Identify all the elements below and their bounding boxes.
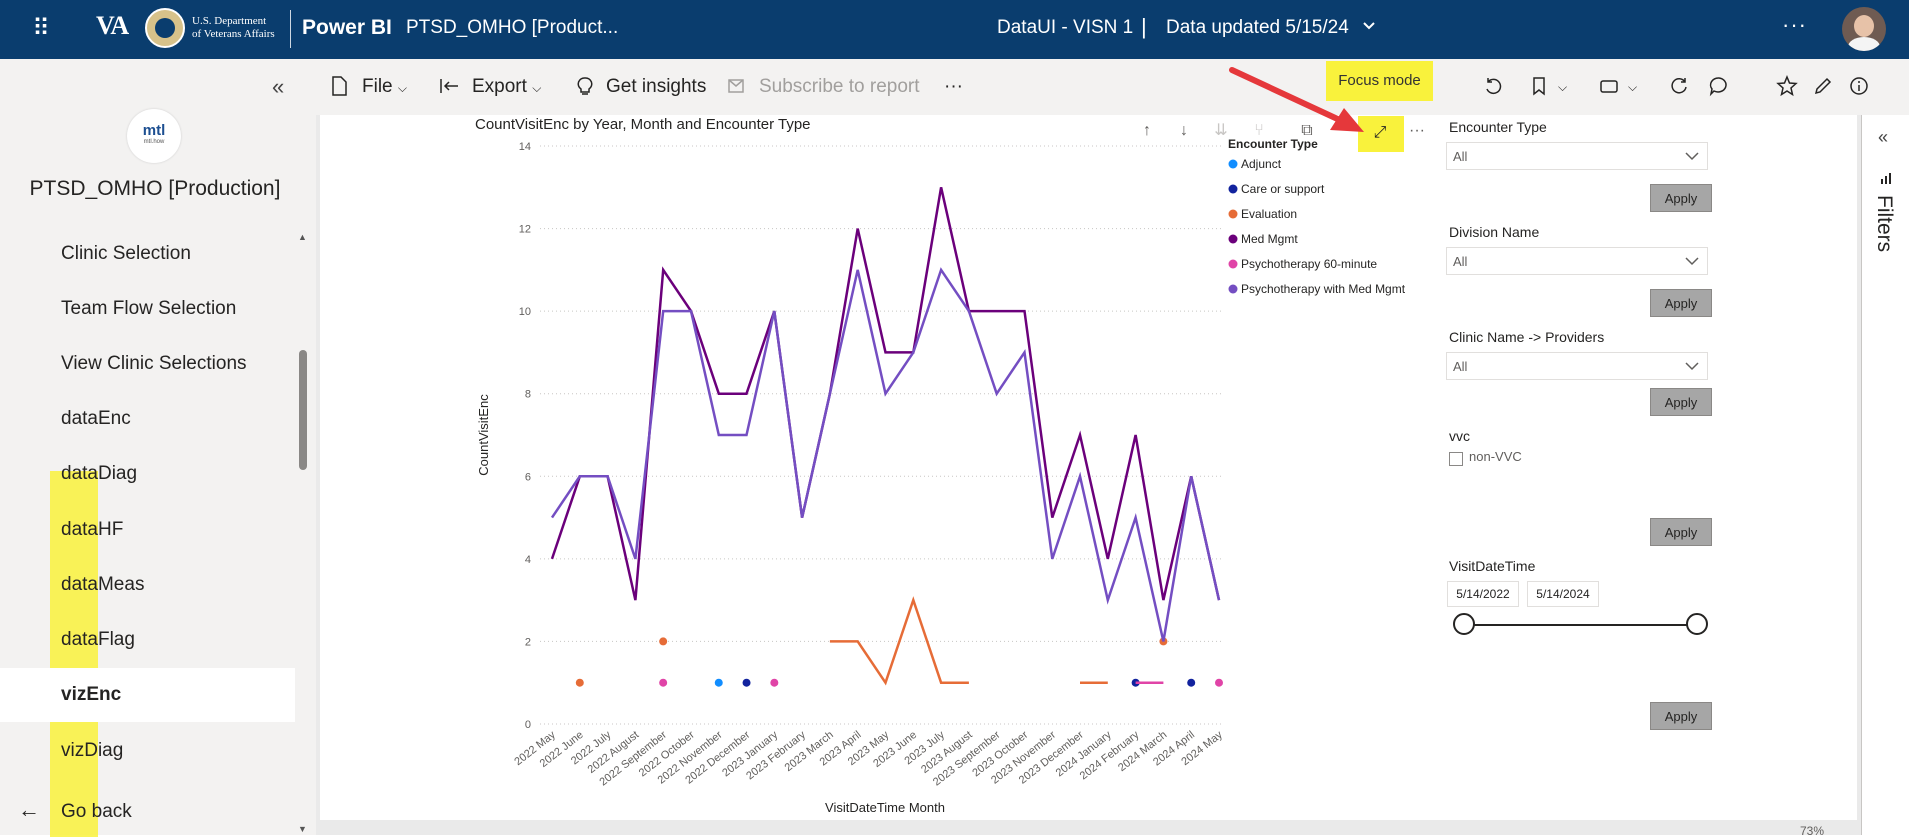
x-axis-label: VisitDateTime Month [825, 800, 945, 815]
data-point-psychotherapy-60-minute [659, 678, 668, 687]
zoom-level[interactable]: 73% [1800, 824, 1824, 838]
y-tick-label: 12 [519, 224, 531, 236]
filters-pane[interactable]: « Filters [1861, 115, 1909, 835]
division-name-dropdown[interactable]: All [1446, 247, 1708, 275]
chevron-down-icon [1685, 257, 1699, 266]
y-tick-label: 10 [519, 306, 531, 318]
encounter-type-value: All [1453, 149, 1468, 164]
y-tick-label: 8 [525, 389, 531, 401]
legend-marker-evaluation [1228, 209, 1238, 219]
data-point-adjunct [714, 678, 723, 687]
division-name-value: All [1453, 254, 1468, 269]
date-range-slider-track[interactable] [1464, 624, 1698, 626]
legend-marker-care-or-support [1228, 184, 1238, 194]
legend-item-med-mgmt: Med Mgmt [1241, 232, 1298, 246]
data-point-psychotherapy-60-minute [770, 678, 779, 687]
encounter-type-dropdown[interactable]: All [1446, 142, 1708, 170]
data-point-psychotherapy-60-minute [1215, 678, 1223, 687]
end-date-input[interactable]: 5/14/2024 [1527, 581, 1599, 607]
legend-marker-adjunct [1228, 159, 1238, 169]
apply-button-clinic-name[interactable]: Apply [1650, 388, 1712, 416]
y-tick-label: 6 [525, 471, 531, 483]
legend-marker-med-mgmt [1228, 234, 1238, 244]
visit-date-label: VisitDateTime [1449, 558, 1536, 574]
chevron-down-icon [1685, 362, 1699, 371]
legend-marker-psychotherapy-with-med-mgmt [1228, 284, 1238, 294]
data-point-care-or-support [742, 678, 751, 687]
filter-bars-icon [1881, 173, 1891, 184]
apply-button-division-name[interactable]: Apply [1650, 289, 1712, 317]
start-date-input[interactable]: 5/14/2022 [1447, 581, 1519, 607]
encounter-type-label: Encounter Type [1449, 119, 1547, 135]
vvc-label: vvc [1449, 428, 1470, 444]
date-slider-start-handle[interactable] [1453, 613, 1475, 635]
non-vvc-checkbox[interactable] [1449, 452, 1463, 466]
apply-button-vvc[interactable]: Apply [1650, 518, 1712, 546]
legend-item-adjunct: Adjunct [1241, 157, 1282, 171]
legend-item-evaluation: Evaluation [1241, 207, 1297, 221]
data-point-evaluation [659, 637, 668, 646]
data-point-evaluation [575, 678, 584, 687]
legend-item-psychotherapy-60-minute: Psychotherapy 60-minute [1241, 257, 1377, 271]
clinic-name-label: Clinic Name -> Providers [1449, 329, 1605, 345]
y-tick-label: 14 [519, 141, 531, 153]
y-tick-label: 2 [525, 636, 531, 648]
division-name-label: Division Name [1449, 224, 1540, 240]
clinic-name-value: All [1453, 359, 1468, 374]
legend-title: Encounter Type [1228, 137, 1318, 151]
expand-filters-icon[interactable]: « [1878, 127, 1888, 148]
clinic-name-dropdown[interactable]: All [1446, 352, 1708, 380]
legend-item-care-or-support: Care or support [1241, 182, 1325, 196]
y-tick-label: 0 [525, 719, 531, 731]
line-chart: 024681012142022 May2022 June2022 July202… [476, 137, 1406, 815]
apply-button-encounter-type[interactable]: Apply [1650, 184, 1712, 212]
non-vvc-label: non-VVC [1469, 449, 1522, 464]
data-point-care-or-support [1187, 678, 1196, 687]
legend-item-psychotherapy-with-med-mgmt: Psychotherapy with Med Mgmt [1241, 282, 1406, 296]
apply-button-visit-date[interactable]: Apply [1650, 702, 1712, 730]
chevron-down-icon [1685, 152, 1699, 161]
series-line-psychotherapy-with-med-mgmt [550, 267, 1221, 642]
date-slider-end-handle[interactable] [1686, 613, 1708, 635]
filters-label: Filters [1873, 195, 1896, 253]
y-tick-label: 4 [525, 554, 531, 566]
legend-marker-psychotherapy-60-minute [1228, 259, 1238, 269]
y-axis-label: CountVisitEnc [476, 394, 491, 476]
